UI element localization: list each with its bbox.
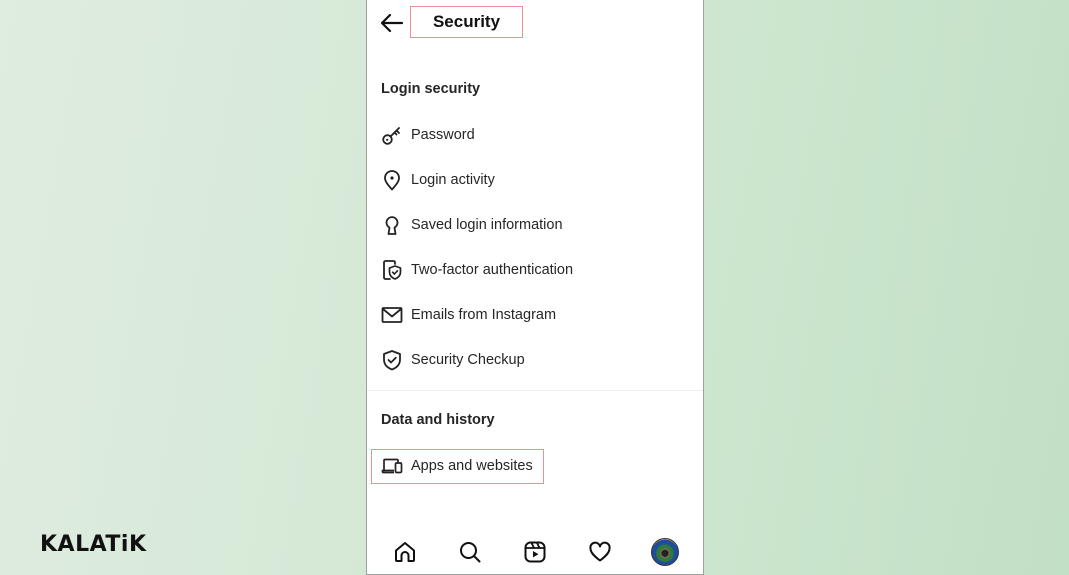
menu-item-label: Apps and websites <box>411 458 533 474</box>
nav-profile-button[interactable] <box>648 535 682 569</box>
menu-item-label: Emails from Instagram <box>411 307 557 323</box>
search-icon <box>460 542 481 563</box>
menu-item-label: Password <box>411 127 475 143</box>
page-title: Security <box>432 12 501 31</box>
menu-item-login-activity[interactable]: Login activity <box>381 165 495 195</box>
avatar <box>650 538 679 566</box>
title-highlight-box: Security <box>410 6 523 38</box>
kalatik-logo: KALATiK <box>40 532 147 557</box>
nav-reels-button[interactable] <box>518 535 552 569</box>
envelope-icon <box>381 304 403 326</box>
header: Security <box>367 0 703 46</box>
section-title-data-and-history: Data and history <box>381 412 495 428</box>
arrow-left-icon <box>380 13 404 33</box>
menu-item-security-checkup[interactable]: Security Checkup <box>381 345 525 375</box>
menu-item-apps-and-websites[interactable]: Apps and websites <box>381 451 533 481</box>
bottom-navigation <box>367 532 703 572</box>
nav-home-button[interactable] <box>388 535 422 569</box>
device-shield-icon <box>381 259 403 281</box>
shield-check-icon <box>381 349 403 371</box>
menu-item-password[interactable]: Password <box>381 120 475 150</box>
back-button[interactable] <box>379 10 405 36</box>
section-divider <box>367 390 703 391</box>
laptop-phone-icon <box>381 455 403 477</box>
menu-item-two-factor-authentication[interactable]: Two-factor authentication <box>381 255 573 285</box>
keyhole-icon <box>381 214 403 236</box>
reels-icon <box>524 541 546 563</box>
location-pin-icon <box>381 169 403 191</box>
nav-activity-button[interactable] <box>583 535 617 569</box>
section-title-login-security: Login security <box>381 81 481 97</box>
nav-search-button[interactable] <box>453 535 487 569</box>
menu-item-label: Login activity <box>411 172 495 188</box>
key-icon <box>381 124 403 146</box>
menu-item-emails-from-instagram[interactable]: Emails from Instagram <box>381 300 556 330</box>
menu-item-label: Two-factor authentication <box>411 262 574 278</box>
heart-icon <box>589 541 611 562</box>
menu-item-saved-login-information[interactable]: Saved login information <box>381 210 563 240</box>
menu-item-label: Security Checkup <box>411 352 525 368</box>
menu-item-label: Saved login information <box>411 217 563 233</box>
home-icon <box>395 542 416 562</box>
phone-screen: Security Login security Password Login a… <box>366 0 704 575</box>
